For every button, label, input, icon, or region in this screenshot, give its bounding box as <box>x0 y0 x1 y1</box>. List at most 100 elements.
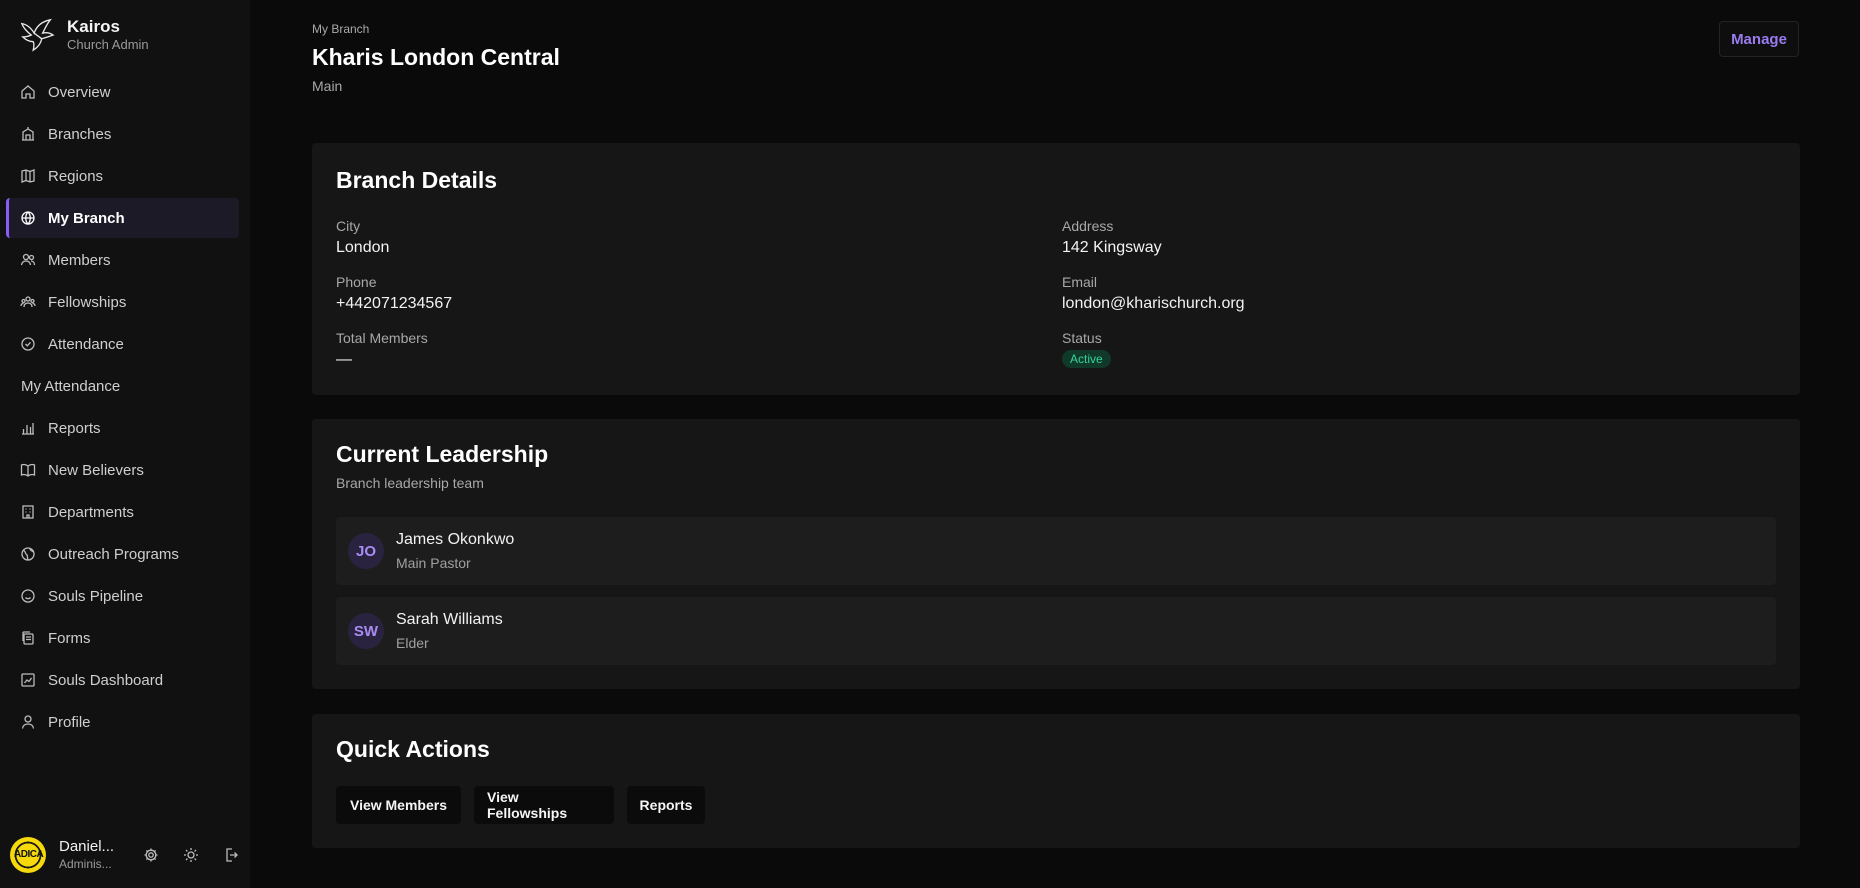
leader-name: James Okonkwo <box>396 531 515 548</box>
sidebar-item-label: My Branch <box>48 209 125 227</box>
branch-details-card: Branch Details City London Address 142 K… <box>312 143 1800 395</box>
dashboard-icon <box>21 673 35 687</box>
outreach-globe-icon <box>21 547 35 561</box>
user-panel: ADICA Daniel... Adminis... <box>10 836 240 874</box>
leader-avatar: JO <box>348 533 384 569</box>
sidebar-item-souls-dashboard[interactable]: Souls Dashboard <box>6 660 239 700</box>
brand[interactable]: Kairos Church Admin <box>18 16 149 54</box>
sidebar-item-label: My Attendance <box>21 377 121 395</box>
sidebar-item-label: New Believers <box>48 461 144 479</box>
book-icon <box>20 463 36 477</box>
leader-avatar: SW <box>348 613 384 649</box>
sidebar-item-label: Forms <box>48 629 91 647</box>
phone-label: Phone <box>336 274 377 290</box>
view-members-button[interactable]: View Members <box>336 786 461 824</box>
sidebar-item-branches[interactable]: Branches <box>6 114 239 154</box>
user-icon <box>21 715 35 729</box>
sidebar-item-label: Reports <box>48 419 101 437</box>
sun-icon[interactable] <box>183 847 199 863</box>
user-name: Daniel... <box>59 838 115 855</box>
user-role: Adminis... <box>59 857 112 871</box>
sidebar-item-regions[interactable]: Regions <box>6 156 239 196</box>
sidebar-item-label: Attendance <box>48 335 124 353</box>
sidebar-item-attendance[interactable]: Attendance <box>6 324 239 364</box>
total-members-field: Total Members — <box>336 329 428 371</box>
total-members-label: Total Members <box>336 330 428 346</box>
phone-field: Phone +442071234567 <box>336 273 452 315</box>
leader-role: Elder <box>396 635 429 651</box>
sidebar-item-my-attendance[interactable]: My Attendance <box>6 366 239 406</box>
app-subtitle: Church Admin <box>67 37 149 52</box>
manage-button[interactable]: Manage <box>1719 21 1799 57</box>
city-field: City London <box>336 217 389 259</box>
office-icon <box>22 505 34 519</box>
sidebar-item-label: Departments <box>48 503 134 521</box>
sidebar-item-label: Branches <box>48 125 112 143</box>
sidebar-item-label: Profile <box>48 713 91 731</box>
page-title: Kharis London Central <box>312 44 560 70</box>
address-value: 142 Kingsway <box>1062 239 1162 256</box>
sidebar-item-label: Souls Dashboard <box>48 671 164 689</box>
sidebar-item-outreach-programs[interactable]: Outreach Programs <box>6 534 239 574</box>
reports-button[interactable]: Reports <box>627 786 705 824</box>
sidebar-item-reports[interactable]: Reports <box>6 408 239 448</box>
address-label: Address <box>1062 218 1114 234</box>
bar-chart-icon <box>22 423 34 435</box>
city-value: London <box>336 239 390 256</box>
sidebar-item-label: Fellowships <box>48 293 127 311</box>
sidebar-item-profile[interactable]: Profile <box>6 702 239 742</box>
leader-item[interactable]: JO James Okonkwo Main Pastor <box>336 517 1776 585</box>
check-circle-icon <box>21 337 35 351</box>
leader-item[interactable]: SW Sarah Williams Elder <box>336 597 1776 665</box>
sidebar-item-departments[interactable]: Departments <box>6 492 239 532</box>
email-field: Email london@kharischurch.org <box>1062 273 1245 315</box>
sidebar-item-label: Souls Pipeline <box>48 587 144 605</box>
quick-actions-card: Quick Actions View Members View Fellowsh… <box>312 714 1800 848</box>
logout-icon[interactable] <box>223 847 239 863</box>
branch-details-title: Branch Details <box>336 167 498 193</box>
leader-role: Main Pastor <box>396 555 471 571</box>
sidebar-item-my-branch[interactable]: My Branch <box>6 198 239 238</box>
sidebar-item-label: Members <box>48 251 111 269</box>
building-icon <box>22 127 34 141</box>
email-value: london@kharischurch.org <box>1062 295 1245 312</box>
sidebar-item-souls-pipeline[interactable]: Souls Pipeline <box>6 576 239 616</box>
sidebar-item-overview[interactable]: Overview <box>6 72 239 112</box>
sidebar-nav: Overview Branches Regions My Branch Memb… <box>6 72 239 744</box>
phone-value: +442071234567 <box>336 295 453 312</box>
sidebar-item-label: Outreach Programs <box>48 545 179 563</box>
gear-icon[interactable] <box>143 847 159 863</box>
app-name: Kairos <box>67 17 120 36</box>
map-icon <box>21 169 35 183</box>
avatar[interactable]: ADICA <box>10 837 46 873</box>
total-members-value: — <box>336 351 352 368</box>
quick-actions-title: Quick Actions <box>336 736 490 762</box>
sidebar: Kairos Church Admin Overview Branches Re… <box>0 0 250 888</box>
group-icon <box>20 296 36 308</box>
leadership-title: Current Leadership <box>336 441 549 467</box>
sidebar-item-forms[interactable]: Forms <box>6 618 239 658</box>
address-field: Address 142 Kingsway <box>1062 217 1162 259</box>
sidebar-item-members[interactable]: Members <box>6 240 239 280</box>
sidebar-item-label: Regions <box>48 167 104 185</box>
sidebar-item-fellowships[interactable]: Fellowships <box>6 282 239 322</box>
dove-logo-icon <box>20 18 55 52</box>
sidebar-item-new-believers[interactable]: New Believers <box>6 450 239 490</box>
leadership-subtitle: Branch leadership team <box>336 475 484 491</box>
leadership-card: Current Leadership Branch leadership tea… <box>312 419 1800 689</box>
globe-icon <box>21 211 35 225</box>
avatar-logo-text: ADICA <box>14 849 44 860</box>
status-badge: Active <box>1062 350 1111 368</box>
sidebar-item-label: Overview <box>48 83 111 101</box>
leader-name: Sarah Williams <box>396 611 503 628</box>
city-label: City <box>336 218 361 234</box>
breadcrumb[interactable]: My Branch <box>312 22 369 36</box>
view-fellowships-button[interactable]: View Fellowships <box>474 786 614 824</box>
users-icon <box>20 253 36 266</box>
smile-icon <box>21 589 35 603</box>
page-subtitle: Main <box>312 78 343 94</box>
status-field: Status Active <box>1062 329 1111 368</box>
home-icon <box>21 85 35 99</box>
email-label: Email <box>1062 274 1098 290</box>
forms-icon <box>22 631 34 645</box>
